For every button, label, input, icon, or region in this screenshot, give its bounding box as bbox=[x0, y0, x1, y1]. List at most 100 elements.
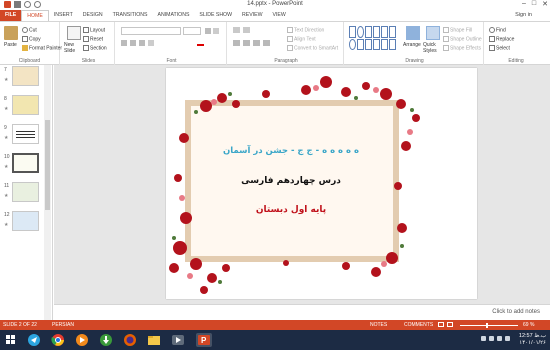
shape-icon[interactable] bbox=[357, 26, 364, 38]
telegram-icon[interactable] bbox=[26, 333, 42, 347]
slide-title[interactable]: درس چهاردهم فارسی bbox=[206, 176, 376, 186]
zoom-slider[interactable] bbox=[460, 323, 518, 328]
scrollbar-thumb[interactable] bbox=[45, 120, 50, 210]
firefox-icon[interactable] bbox=[122, 333, 138, 347]
zoom-level[interactable]: 69 % bbox=[523, 322, 534, 328]
new-slide-button[interactable]: New Slide bbox=[64, 42, 78, 54]
font-name-dropdown[interactable] bbox=[121, 27, 181, 35]
paste-icon[interactable] bbox=[4, 26, 18, 40]
slide-subtitle-line[interactable]: ه ه ه ه ه - ج ج - جشن در آسمان bbox=[206, 146, 376, 156]
shape-icon[interactable] bbox=[349, 38, 356, 50]
normal-view-icon[interactable] bbox=[438, 322, 444, 327]
language-indicator[interactable]: PERSIAN bbox=[52, 322, 74, 328]
shape-icon[interactable] bbox=[381, 38, 388, 50]
numbering-icon[interactable] bbox=[243, 27, 250, 33]
shrink-font-icon[interactable] bbox=[213, 28, 219, 34]
align-center-icon[interactable] bbox=[243, 40, 250, 46]
shape-icon[interactable] bbox=[357, 38, 364, 50]
font-label: Font bbox=[166, 58, 177, 64]
align-left-icon[interactable] bbox=[233, 40, 240, 46]
tab-home[interactable]: HOME bbox=[21, 10, 49, 21]
paste-button[interactable]: Paste bbox=[4, 42, 17, 48]
arrange-icon[interactable] bbox=[406, 26, 420, 40]
clock[interactable]: 12:57 ب.ظ ۱۴۰۱/۰۱/۲۶ bbox=[519, 333, 546, 347]
shape-icon[interactable] bbox=[373, 38, 380, 50]
reset-button[interactable]: Reset bbox=[83, 36, 103, 42]
language-icon[interactable] bbox=[497, 336, 502, 341]
media-app-icon[interactable] bbox=[170, 333, 186, 347]
bold-icon[interactable] bbox=[121, 40, 127, 46]
animation-star-icon: ★ bbox=[4, 193, 9, 199]
sign-in-link[interactable]: Sign in bbox=[515, 12, 532, 18]
shape-fill-button[interactable]: Shape Fill bbox=[443, 27, 472, 33]
tab-file[interactable]: FILE bbox=[0, 10, 22, 21]
font-size-dropdown[interactable] bbox=[183, 27, 201, 35]
cut-label: Cut bbox=[29, 27, 37, 34]
minimize-button[interactable]: – bbox=[522, 0, 526, 8]
shape-effects-button[interactable]: Shape Effects bbox=[443, 45, 481, 51]
bullets-icon[interactable] bbox=[233, 27, 240, 33]
strikethrough-icon[interactable] bbox=[148, 40, 154, 46]
tab-design[interactable]: DESIGN bbox=[78, 10, 108, 21]
shape-icon[interactable] bbox=[389, 38, 396, 50]
start-button[interactable] bbox=[3, 333, 19, 347]
align-right-icon[interactable] bbox=[253, 40, 260, 46]
comments-toggle[interactable]: COMMENTS bbox=[404, 322, 433, 328]
justify-icon[interactable] bbox=[263, 40, 270, 46]
file-explorer-icon[interactable] bbox=[146, 333, 162, 347]
select-label: Select bbox=[496, 45, 510, 52]
notification-icon[interactable] bbox=[505, 336, 510, 341]
shape-icon[interactable] bbox=[365, 26, 372, 38]
shape-icon[interactable] bbox=[365, 38, 372, 50]
effects-icon bbox=[443, 45, 449, 51]
chrome-icon[interactable] bbox=[50, 333, 66, 347]
arrange-button[interactable]: Arrange bbox=[403, 42, 421, 48]
tab-view[interactable]: VIEW bbox=[267, 10, 290, 21]
copy-button[interactable]: Copy bbox=[22, 36, 41, 42]
replace-button[interactable]: Replace bbox=[489, 36, 514, 42]
convert-smartart-button[interactable]: Convert to SmartArt bbox=[287, 45, 338, 51]
slide-grade-line[interactable]: پایه اول دبستان bbox=[206, 205, 376, 215]
font-color-icon[interactable] bbox=[197, 40, 204, 46]
grow-font-icon[interactable] bbox=[205, 28, 211, 34]
pen-icon bbox=[443, 36, 449, 42]
shape-icon[interactable] bbox=[373, 26, 380, 38]
new-slide-icon[interactable] bbox=[67, 26, 81, 40]
notes-pane[interactable]: Click to add notes bbox=[54, 304, 550, 320]
cut-button[interactable]: Cut bbox=[22, 27, 37, 33]
shape-icon[interactable] bbox=[381, 26, 388, 38]
tab-review[interactable]: REVIEW bbox=[237, 10, 267, 21]
layout-button[interactable]: Layout bbox=[83, 27, 105, 33]
convert-smartart-label: Convert to SmartArt bbox=[294, 45, 339, 52]
powerpoint-taskbar-icon[interactable]: P bbox=[196, 333, 212, 347]
text-direction-button[interactable]: Text Direction bbox=[287, 27, 324, 33]
volume-icon[interactable] bbox=[489, 336, 494, 341]
shape-outline-button[interactable]: Shape Outline bbox=[443, 36, 482, 42]
current-slide[interactable]: ه ه ه ه ه - ج ج - جشن در آسمان درس چهارد… bbox=[166, 68, 477, 299]
tab-animations[interactable]: ANIMATIONS bbox=[153, 10, 195, 21]
media-player-icon[interactable] bbox=[74, 333, 90, 347]
shape-icon[interactable] bbox=[389, 26, 396, 38]
shapes-gallery[interactable] bbox=[349, 26, 399, 50]
select-button[interactable]: Select bbox=[489, 45, 510, 51]
section-button[interactable]: Section bbox=[83, 45, 107, 51]
italic-icon[interactable] bbox=[130, 40, 136, 46]
network-icon[interactable] bbox=[481, 336, 486, 341]
shape-icon[interactable] bbox=[349, 26, 356, 38]
tab-slide-show[interactable]: SLIDE SHOW bbox=[194, 10, 237, 21]
quick-styles-icon[interactable] bbox=[426, 26, 440, 40]
thumbnail-scrollbar[interactable] bbox=[44, 65, 51, 320]
close-button[interactable]: ✕ bbox=[542, 0, 548, 8]
zoom-slider-knob[interactable] bbox=[486, 323, 488, 328]
format-painter-button[interactable]: Format Painter bbox=[22, 45, 62, 51]
slide-sorter-icon[interactable] bbox=[447, 322, 453, 327]
maximize-button[interactable]: □ bbox=[532, 0, 536, 8]
find-button[interactable]: Find bbox=[489, 27, 506, 33]
align-text-button[interactable]: Align Text bbox=[287, 36, 316, 42]
downloader-icon[interactable] bbox=[98, 333, 114, 347]
underline-icon[interactable] bbox=[139, 40, 145, 46]
tab-insert[interactable]: INSERT bbox=[49, 10, 78, 21]
notes-toggle[interactable]: NOTES bbox=[370, 322, 387, 328]
tab-transitions[interactable]: TRANSITIONS bbox=[108, 10, 153, 21]
quick-styles-button[interactable]: Quick Styles bbox=[423, 42, 439, 54]
